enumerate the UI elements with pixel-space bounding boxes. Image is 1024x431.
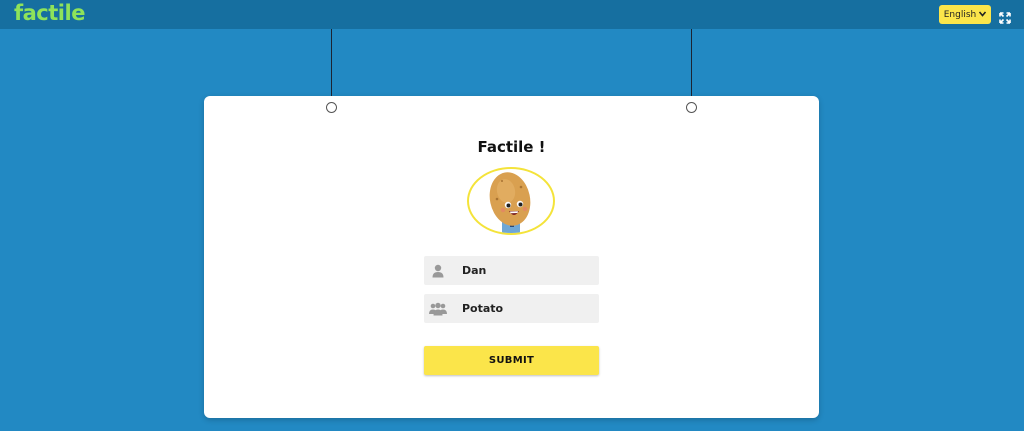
login-card: Factile ! Dan Potato SUBMIT xyxy=(204,96,819,418)
team-input[interactable] xyxy=(462,302,582,315)
card-title: Factile ! xyxy=(477,138,546,156)
hanging-string-left xyxy=(331,29,332,104)
hanging-ring-left xyxy=(326,102,337,113)
team-field[interactable] xyxy=(424,294,599,323)
chevron-down-icon xyxy=(979,10,987,20)
top-bar: factile English xyxy=(0,0,1024,29)
language-selector[interactable]: English xyxy=(939,5,991,24)
hanging-string-right xyxy=(691,29,692,104)
name-input[interactable] xyxy=(462,264,582,277)
hanging-ring-right xyxy=(686,102,697,113)
user-icon xyxy=(431,264,445,278)
expand-icon[interactable] xyxy=(999,9,1011,24)
language-label: English xyxy=(943,9,977,20)
name-field[interactable] xyxy=(424,256,599,285)
app-logo: factile xyxy=(14,1,85,25)
team-icon xyxy=(429,302,447,316)
potato-avatar[interactable] xyxy=(467,167,555,235)
submit-button[interactable]: SUBMIT xyxy=(424,346,599,375)
